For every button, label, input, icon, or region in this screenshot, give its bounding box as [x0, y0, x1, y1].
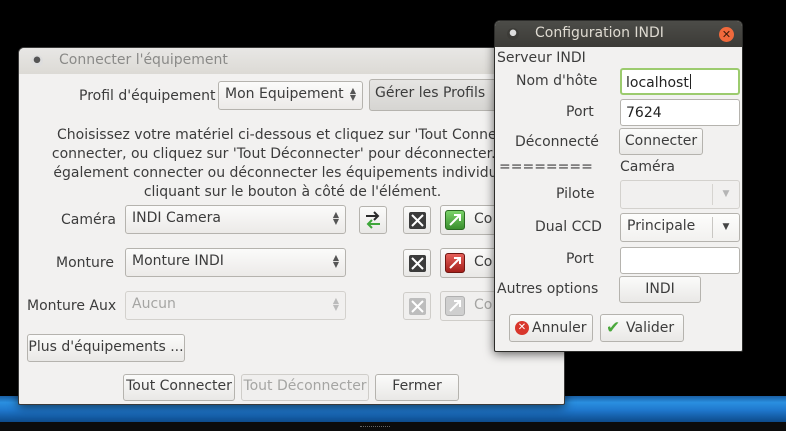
- profile-label: Profil d'équipement: [79, 88, 216, 104]
- dual-ccd-label: Dual CCD: [535, 219, 602, 235]
- connect-all-button[interactable]: Tout Connecter: [123, 374, 235, 401]
- checkmark-icon: ✔: [606, 318, 621, 338]
- mount-connect-label: Co: [474, 254, 493, 270]
- profile-select[interactable]: Mon Equipement ▲ ▼: [218, 81, 363, 110]
- server-section-label: Serveur INDI: [497, 50, 586, 66]
- section-separator: ========: [499, 159, 593, 175]
- text-caret: [689, 74, 691, 89]
- mount-label: Monture: [56, 255, 114, 271]
- instructions-line: également connecter ou déconnecter les é…: [53, 165, 554, 181]
- mount-config-button[interactable]: [403, 249, 431, 277]
- cancel-label: Annuler: [532, 320, 587, 336]
- spin-arrows-icon: ▲ ▼: [349, 86, 356, 102]
- aux-mount-label: Monture Aux: [27, 298, 117, 314]
- hostname-input[interactable]: localhost: [620, 68, 740, 95]
- port2-label: Port: [566, 251, 594, 267]
- tools-icon: [409, 298, 426, 315]
- desktop-dots: [360, 426, 390, 428]
- spin-arrows-icon: ▲ ▼: [332, 210, 339, 226]
- connect-equipment-window: Connecter l'équipement Profil d'équipeme…: [18, 47, 566, 405]
- instructions-line: cliquant sur le bouton à côté de l'éléme…: [143, 184, 442, 200]
- window-menu-icon[interactable]: [31, 55, 43, 67]
- chevron-down-icon: ▼: [712, 217, 739, 238]
- port-label: Port: [566, 104, 594, 120]
- spin-arrows-icon: ▲ ▼: [332, 253, 339, 269]
- desktop-bottom-strip: [0, 422, 786, 431]
- camera-label: Caméra: [61, 212, 116, 228]
- aux-mount-config-button[interactable]: [403, 292, 431, 320]
- server-connect-button[interactable]: Connecter: [619, 128, 703, 155]
- aux-mount-select[interactable]: Aucun ▲ ▼: [125, 291, 346, 320]
- port-value: 7624: [626, 105, 662, 121]
- instructions-text: Choisissez votre matériel ci-dessous et …: [19, 126, 566, 202]
- chevron-down-icon: ▼: [712, 184, 739, 205]
- manage-profiles-button[interactable]: Gérer les Profils ▼: [369, 79, 504, 111]
- dual-ccd-select[interactable]: Principale ▼: [620, 213, 740, 242]
- camera-connect-label: Co: [474, 211, 493, 227]
- connect-window-titlebar[interactable]: Connecter l'équipement: [19, 48, 564, 74]
- hostname-label: Nom d'hôte: [516, 73, 598, 89]
- aux-mount-select-value: Aucun: [132, 296, 176, 312]
- dual-ccd-select-value: Principale: [627, 218, 696, 234]
- plug-icon: [445, 296, 465, 316]
- port-input[interactable]: 7624: [620, 99, 740, 126]
- connect-window-title: Connecter l'équipement: [59, 52, 228, 68]
- window-menu-icon[interactable]: [507, 28, 519, 40]
- indi-window-titlebar[interactable]: Configuration INDI ✕: [495, 21, 742, 47]
- indi-config-window: Configuration INDI ✕ Serveur INDI Nom d'…: [494, 20, 743, 352]
- indi-options-button[interactable]: INDI: [619, 276, 701, 303]
- tools-icon: [409, 212, 426, 229]
- disconnected-plug-icon: [445, 253, 465, 273]
- ok-button[interactable]: ✔ Valider: [600, 314, 684, 342]
- port2-input[interactable]: [620, 247, 740, 274]
- instructions-line: Choisissez votre matériel ci-dessous et …: [57, 127, 550, 143]
- more-devices-button[interactable]: Plus d'équipements ...: [27, 334, 185, 362]
- hostname-value: localhost: [626, 75, 689, 91]
- camera-config-button[interactable]: [403, 206, 431, 234]
- profile-select-value: Mon Equipement: [225, 86, 344, 102]
- camera-swap-button[interactable]: [359, 206, 387, 234]
- swap-arrows-icon: [366, 211, 380, 229]
- camera-select-value: INDI Camera: [132, 210, 221, 226]
- driver-select[interactable]: ▼: [620, 180, 740, 209]
- ok-label: Valider: [626, 320, 675, 336]
- tools-icon: [409, 255, 426, 272]
- other-options-label: Autres options: [497, 281, 599, 297]
- spin-arrows-icon: ▲ ▼: [332, 296, 339, 312]
- mount-select[interactable]: Monture INDI ▲ ▼: [125, 248, 346, 277]
- cancel-button[interactable]: ✕ Annuler: [509, 314, 593, 342]
- connect-plug-icon: [445, 210, 465, 230]
- camera-select[interactable]: INDI Camera ▲ ▼: [125, 205, 346, 234]
- close-button[interactable]: Fermer: [375, 374, 459, 401]
- connection-status-label: Déconnecté: [515, 134, 599, 150]
- mount-select-value: Monture INDI: [132, 253, 224, 269]
- aux-mount-connect-label: Co: [474, 297, 493, 313]
- close-icon[interactable]: ✕: [719, 27, 734, 42]
- camera-section-label: Caméra: [620, 159, 675, 175]
- disconnect-all-button[interactable]: Tout Déconnecter: [241, 374, 369, 401]
- manage-profiles-label: Gérer les Profils: [375, 85, 486, 101]
- indi-window-title: Configuration INDI: [535, 25, 664, 41]
- instructions-line: connecter, ou cliquez sur 'Tout Déconnec…: [51, 146, 556, 162]
- cancel-icon: ✕: [515, 321, 529, 335]
- driver-label: Pilote: [556, 186, 595, 202]
